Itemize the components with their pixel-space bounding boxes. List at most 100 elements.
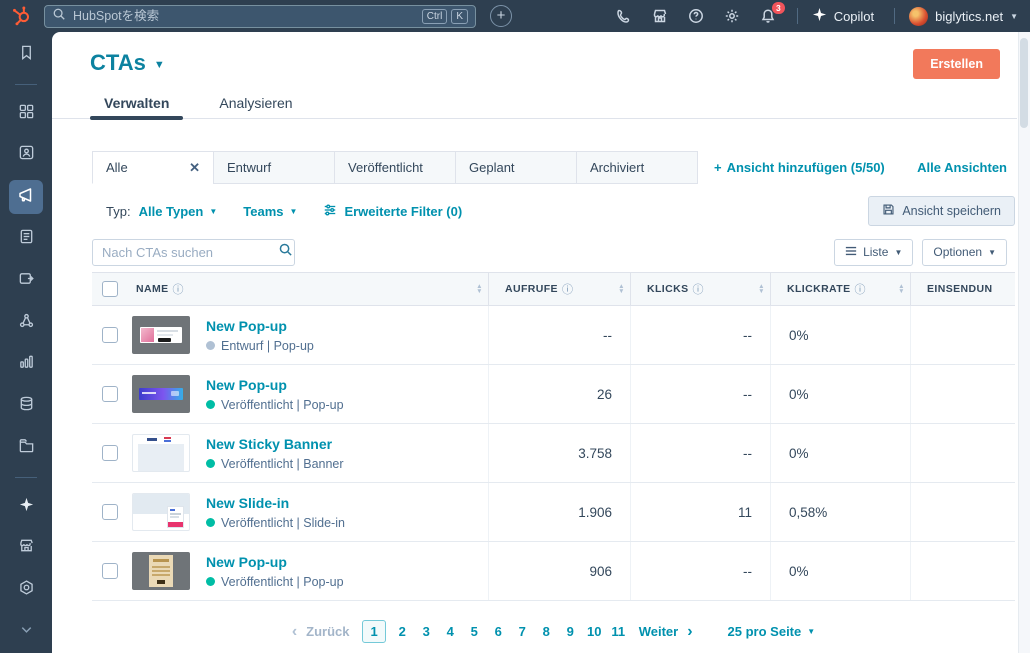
global-search-input[interactable] <box>73 9 418 23</box>
sort-icon[interactable]: ▲ ▼ <box>476 283 483 295</box>
sidebar-item-commerce[interactable] <box>9 264 43 298</box>
sidebar-item-library[interactable] <box>9 431 43 465</box>
table-row[interactable]: New Sticky Banner Veröffentlicht | Banne… <box>92 424 1015 483</box>
caret-down-icon: ▼ <box>209 206 218 216</box>
notifications-icon[interactable]: 3 <box>760 1 785 25</box>
page-number[interactable]: 7 <box>515 624 530 639</box>
table-row[interactable]: New Pop-up Entwurf | Pop-up -- -- 0% <box>92 306 1015 365</box>
all-views-link[interactable]: Alle Ansichten <box>917 160 1007 175</box>
scrollbar[interactable] <box>1018 32 1030 653</box>
sidebar-item-automations[interactable] <box>9 306 43 340</box>
account-menu[interactable]: biglytics.net ▼ <box>909 6 1018 26</box>
save-view-button[interactable]: Ansicht speichern <box>868 196 1015 226</box>
page-number[interactable]: 6 <box>491 624 506 639</box>
sort-icon[interactable]: ▲ ▼ <box>758 283 765 295</box>
view-tab-veroeffentlicht[interactable]: Veröffentlicht <box>334 151 456 184</box>
page-number[interactable]: 4 <box>443 624 458 639</box>
options-dropdown[interactable]: Optionen ▼ <box>922 238 1007 266</box>
page-number[interactable]: 2 <box>395 624 410 639</box>
table-row[interactable]: New Pop-up Veröffentlicht | Pop-up 26 --… <box>92 365 1015 424</box>
view-tab-alle[interactable]: Alle ✕ <box>92 151 214 184</box>
type-dropdown[interactable]: Alle Typen ▼ <box>139 204 218 219</box>
row-checkbox[interactable] <box>101 327 118 343</box>
cta-name-link[interactable]: New Pop-up <box>206 318 314 334</box>
chevron-right-icon[interactable]: › <box>687 623 692 641</box>
table-toolbar: Liste ▼ Optionen ▼ <box>92 238 1015 266</box>
page-number-current[interactable]: 1 <box>362 620 386 643</box>
copilot-button[interactable]: Copilot <box>812 7 874 25</box>
info-icon[interactable]: ⓘ <box>562 281 573 297</box>
sidebar-item-data[interactable] <box>9 389 43 423</box>
tab-analysieren[interactable]: Analysieren <box>205 88 306 118</box>
page-number[interactable]: 5 <box>467 624 482 639</box>
status-dot <box>206 341 215 350</box>
sidebar-item-settings[interactable] <box>9 573 43 607</box>
pagination-prev[interactable]: Zurück <box>306 624 349 639</box>
advanced-filters-button[interactable]: Erweiterte Filter (0) <box>323 203 462 220</box>
sidebar-item-reporting[interactable] <box>9 347 43 381</box>
marketplace-icon[interactable] <box>652 8 669 25</box>
settings-icon[interactable] <box>724 8 741 25</box>
tab-verwalten[interactable]: Verwalten <box>90 88 184 120</box>
create-button[interactable]: Erstellen <box>913 49 1000 79</box>
phone-icon[interactable] <box>616 8 633 25</box>
sidebar-item-content[interactable] <box>9 222 43 256</box>
page-title-caret-icon[interactable]: ▼ <box>154 55 165 71</box>
info-icon[interactable]: ⓘ <box>854 281 865 297</box>
info-icon[interactable]: ⓘ <box>692 281 703 297</box>
sidebar-item-marketing[interactable] <box>9 180 43 215</box>
chevron-left-icon[interactable]: ‹ <box>292 623 297 641</box>
table-row[interactable]: New Pop-up Veröffentlicht | Pop-up 906 -… <box>92 542 1015 601</box>
cta-name-link[interactable]: New Pop-up <box>206 554 344 570</box>
row-checkbox[interactable] <box>101 563 118 579</box>
add-view-link[interactable]: + Ansicht hinzufügen (5/50) <box>714 160 885 175</box>
column-header-name[interactable]: NAME ⓘ ▲ ▼ <box>127 273 488 305</box>
column-header-klickrate[interactable]: KLICKRATE ⓘ ▲ ▼ <box>770 273 910 305</box>
sidebar-item-crm[interactable] <box>9 139 43 173</box>
row-checkbox[interactable] <box>101 445 118 461</box>
copilot-label: Copilot <box>833 8 875 24</box>
page-number[interactable]: 11 <box>611 624 626 639</box>
sidebar-item-marketplace[interactable] <box>9 532 43 566</box>
row-checkbox[interactable] <box>101 504 118 520</box>
cta-name-link[interactable]: New Sticky Banner <box>206 436 344 452</box>
column-header-aufrufe[interactable]: AUFRUFE ⓘ ▲ ▼ <box>488 273 630 305</box>
page-number[interactable]: 8 <box>539 624 554 639</box>
view-tab-archiviert[interactable]: Archiviert <box>576 151 698 184</box>
table-row[interactable]: New Slide-in Veröffentlicht | Slide-in 1… <box>92 483 1015 542</box>
view-tab-geplant[interactable]: Geplant <box>455 151 577 184</box>
sidebar-item-workspaces[interactable] <box>9 97 43 131</box>
row-checkbox[interactable] <box>101 386 118 402</box>
cta-name-link[interactable]: New Pop-up <box>206 377 344 393</box>
cta-name-link[interactable]: New Slide-in <box>206 495 345 511</box>
sort-icon[interactable]: ▲ ▼ <box>618 283 625 295</box>
hubspot-logo[interactable] <box>0 5 44 27</box>
close-icon[interactable]: ✕ <box>189 160 200 176</box>
column-header-klicks[interactable]: KLICKS ⓘ ▲ ▼ <box>630 273 770 305</box>
view-tab-entwurf[interactable]: Entwurf <box>213 151 335 184</box>
page-number[interactable]: 9 <box>563 624 578 639</box>
sidebar-item-copilot[interactable] <box>9 490 43 524</box>
teams-dropdown[interactable]: Teams ▼ <box>243 204 297 219</box>
cta-search-input[interactable] <box>102 244 278 260</box>
info-icon[interactable]: ⓘ <box>173 281 184 297</box>
type-label: Typ: <box>106 203 131 219</box>
column-header-einsendungen[interactable]: EINSENDUN <box>910 273 1015 305</box>
list-view-dropdown[interactable]: Liste ▼ <box>834 238 914 266</box>
per-page-dropdown[interactable]: 25 pro Seite ▼ <box>728 624 816 639</box>
global-search-bar[interactable]: Ctrl K <box>44 4 476 28</box>
sidebar-item-bookmarks[interactable] <box>9 38 43 72</box>
cta-search-box[interactable] <box>92 238 295 266</box>
pagination-next[interactable]: Weiter <box>639 624 679 639</box>
page-number[interactable]: 3 <box>419 624 434 639</box>
help-icon[interactable] <box>688 8 705 25</box>
advanced-filters-label: Erweiterte Filter (0) <box>344 203 463 219</box>
quick-create-button[interactable]: + <box>490 5 512 27</box>
scrollbar-thumb[interactable] <box>1020 38 1028 128</box>
sidebar-collapse-button[interactable] <box>9 615 43 649</box>
cta-table: NAME ⓘ ▲ ▼ AUFRUFE ⓘ ▲ ▼ KLICKS ⓘ ▲ ▼ KLICKRAT… <box>92 272 1015 601</box>
page-number[interactable]: 10 <box>587 624 602 639</box>
select-all-checkbox[interactable] <box>101 281 118 297</box>
sort-icon[interactable]: ▲ ▼ <box>898 283 905 295</box>
page-title: CTAs <box>90 50 146 75</box>
